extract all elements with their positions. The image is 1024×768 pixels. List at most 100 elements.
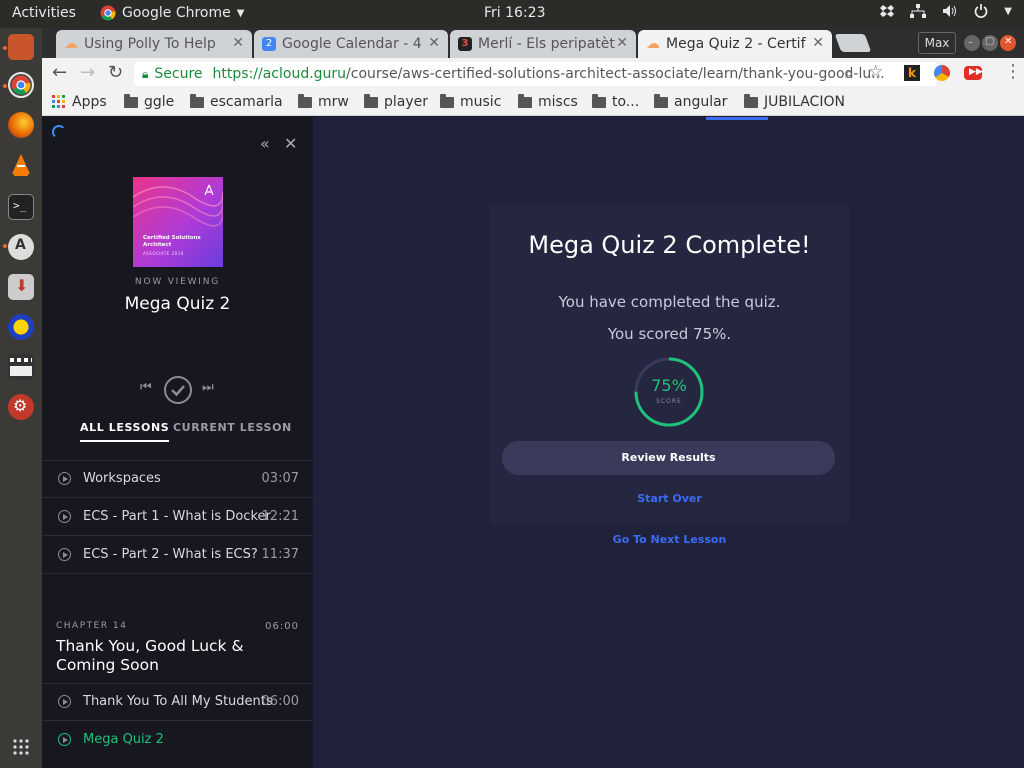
bookmark-player[interactable]: player <box>364 93 428 110</box>
chevron-down-icon: ▼ <box>236 7 245 19</box>
menu-dots-icon[interactable]: ⋮ <box>1004 61 1022 82</box>
chapter-duration: 06:00 <box>265 621 299 632</box>
chrome-launcher-icon[interactable] <box>8 72 34 98</box>
tab-polly[interactable]: ☁ Using Polly To Help ✕ <box>56 30 252 58</box>
apps-grid-icon <box>52 95 65 108</box>
tab-calendar[interactable]: 2 Google Calendar - 4 ✕ <box>254 30 448 58</box>
start-over-link[interactable]: Start Over <box>490 492 849 505</box>
close-tab-icon[interactable]: ✕ <box>428 35 440 51</box>
close-window-button[interactable]: ✕ <box>1000 35 1016 51</box>
collapse-sidebar-icon[interactable]: « <box>260 134 270 153</box>
power-icon[interactable] <box>974 4 988 18</box>
chapter-title-line: Coming Soon <box>56 656 159 674</box>
bookmark-miscs[interactable]: miscs <box>518 93 578 110</box>
page-content: « ✕ Certified Solutions Architect ASSOCI… <box>42 117 1024 768</box>
video-editor-icon[interactable] <box>8 354 34 380</box>
now-viewing-title: Mega Quiz 2 <box>124 294 231 314</box>
app-menu[interactable]: Google Chrome ▼ <box>100 5 244 21</box>
activities-button[interactable]: Activities <box>12 5 76 21</box>
terminal-icon[interactable]: >_ <box>8 194 34 220</box>
review-results-button[interactable]: Review Results <box>502 441 835 475</box>
dropbox-icon[interactable] <box>880 4 895 18</box>
loading-spinner-icon <box>52 125 66 139</box>
system-tray[interactable]: ▼ <box>880 4 1012 18</box>
chevron-down-icon[interactable]: ▼ <box>1004 6 1012 17</box>
url-text: https://acloud.guru/course/aws-certified… <box>212 66 885 82</box>
download-icon[interactable]: ⬇ <box>8 274 34 300</box>
chrome-icon <box>100 5 116 21</box>
bookmark-apps[interactable]: Apps <box>52 94 107 110</box>
back-arrow-icon[interactable]: ← <box>52 62 67 83</box>
network-icon[interactable] <box>910 4 927 18</box>
bookmark-mrw[interactable]: mrw <box>298 93 349 110</box>
extension-colors-icon[interactable] <box>934 65 950 81</box>
audacity-icon[interactable] <box>8 314 34 340</box>
lesson-item[interactable]: Thank You To All My Students 06:00 <box>42 684 313 721</box>
firefox-icon[interactable] <box>8 112 34 138</box>
bookmark-escamarla[interactable]: escamarla <box>190 93 283 110</box>
chapter-label: CHAPTER 14 <box>56 621 128 631</box>
bookmark-music[interactable]: music <box>440 93 501 110</box>
close-tab-icon[interactable]: ✕ <box>616 35 628 51</box>
minimize-button[interactable]: – <box>964 35 980 51</box>
close-tab-icon[interactable]: ✕ <box>232 35 244 51</box>
tab-mega-quiz[interactable]: ☁ Mega Quiz 2 - Certif ✕ <box>638 30 832 58</box>
maximize-button[interactable]: ▢ <box>982 35 998 51</box>
tab-title: Google Calendar - 4 <box>282 36 422 52</box>
folder-icon <box>744 93 758 108</box>
bookmark-label: Apps <box>72 94 107 110</box>
folder-icon <box>298 93 312 108</box>
lesson-item[interactable]: ECS - Part 2 - What is ECS? 11:37 <box>42 537 313 574</box>
reload-icon[interactable]: ↻ <box>108 62 123 83</box>
zoom-icon[interactable]: ⌕ <box>845 64 853 82</box>
tab-all-lessons[interactable]: ALL LESSONS <box>80 421 170 442</box>
tab-title: Using Polly To Help <box>84 36 216 52</box>
tab-merli[interactable]: 3 Merlí - Els peripatèt ✕ <box>450 30 636 58</box>
volume-icon[interactable] <box>942 4 958 18</box>
lesson-item[interactable]: Workspaces 03:07 <box>42 461 313 498</box>
next-lesson-icon[interactable]: ⏭︎ <box>202 380 214 395</box>
chapter-title[interactable]: Thank You, Good Luck & Coming Soon <box>56 637 244 675</box>
app-name: Google Chrome <box>122 5 231 21</box>
extension-youtube-icon[interactable]: ▶▶ <box>964 66 983 80</box>
play-icon <box>58 472 71 485</box>
vlc-icon[interactable] <box>8 152 34 178</box>
bookmark-ggle[interactable]: ggle <box>124 93 174 110</box>
settings-tools-icon[interactable]: ⚙ <box>8 394 34 420</box>
mark-complete-check-icon[interactable] <box>164 376 192 404</box>
course-art-sub: ASSOCIATE 2019 <box>143 251 184 256</box>
folder-icon <box>440 93 454 108</box>
chapter-title-line: Thank You, Good Luck & <box>56 637 244 655</box>
forward-arrow-icon[interactable]: → <box>80 62 95 83</box>
folder-icon <box>654 93 668 108</box>
software-updater-icon[interactable]: A <box>8 234 34 260</box>
next-lesson-link[interactable]: Go To Next Lesson <box>490 533 849 546</box>
bookmark-label: miscs <box>538 94 578 110</box>
launcher: >_ A ⬇ ⚙ <box>0 28 42 768</box>
profile-button[interactable]: Max <box>918 32 956 54</box>
close-tab-icon[interactable]: ✕ <box>812 35 824 51</box>
close-icon[interactable]: ✕ <box>284 134 297 153</box>
acloudguru-favicon-icon: ☁ <box>64 36 78 52</box>
lesson-item-current[interactable]: Mega Quiz 2 <box>42 722 313 759</box>
bookmarks-bar: Apps ggle escamarla mrw player music mis… <box>42 90 1024 116</box>
bookmark-star-icon[interactable]: ☆ <box>868 62 883 82</box>
folder-icon <box>190 93 204 108</box>
address-bar[interactable]: 🔒︎ Secure https://acloud.guru/course/aws… <box>134 62 936 86</box>
clock[interactable]: Fri 16:23 <box>484 5 545 21</box>
tab-current-lesson[interactable]: CURRENT LESSON <box>173 421 292 434</box>
bookmark-label: to... <box>612 94 640 110</box>
bookmark-angular[interactable]: angular <box>654 93 727 110</box>
lesson-item[interactable]: ECS - Part 1 - What is Docker 12:21 <box>42 499 313 536</box>
play-icon <box>58 510 71 523</box>
folder-icon <box>124 93 138 108</box>
tab-title: Merlí - Els peripatèt <box>478 36 615 52</box>
bookmark-jubilacion[interactable]: JUBILACION <box>744 93 845 110</box>
bookmark-label: JUBILACION <box>764 94 845 110</box>
files-icon[interactable] <box>8 34 34 60</box>
new-tab-button[interactable] <box>834 34 872 52</box>
extension-k-icon[interactable]: k <box>904 65 920 81</box>
bookmark-to[interactable]: to... <box>592 93 640 110</box>
show-applications-icon[interactable] <box>12 738 30 756</box>
previous-lesson-icon[interactable]: ⏮︎ <box>140 380 152 395</box>
